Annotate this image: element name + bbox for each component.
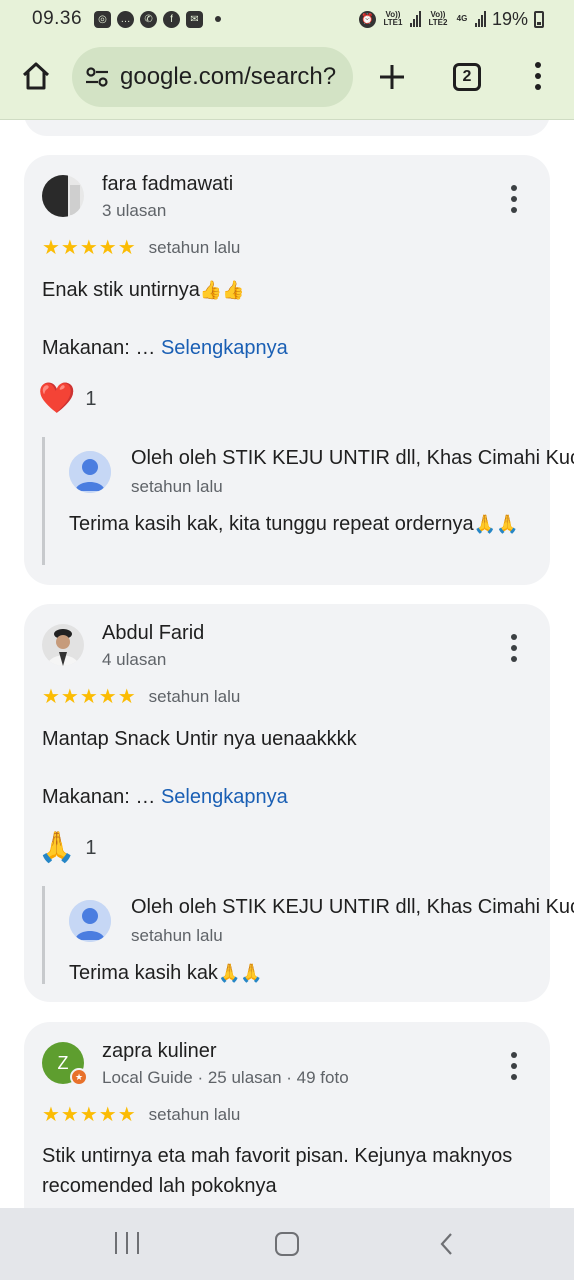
rating-row: ★★★★★ setahun lalu <box>42 235 240 260</box>
detail-prefix: Makanan: … <box>42 337 156 359</box>
address-bar[interactable]: google.com/search? <box>72 47 353 107</box>
signal-1-icon <box>409 11 421 27</box>
owner-reply: Oleh oleh STIK KEJU UNTIR dll, Khas Cima… <box>42 437 574 565</box>
reviewer-name[interactable]: fara fadmawati <box>102 173 233 196</box>
review-date: setahun lalu <box>148 1104 241 1124</box>
reviewer-meta: Local Guide · 25 ulasan · 49 foto <box>102 1068 349 1087</box>
reviewer-meta: 3 ulasan <box>102 201 167 220</box>
avatar[interactable]: Z ★ <box>42 1042 88 1086</box>
owner-avatar[interactable] <box>69 451 111 493</box>
review-detail: Makanan: … Selengkapnya <box>42 786 288 809</box>
network-1-label: Vo)) LTE1 <box>383 10 403 27</box>
tabs-button[interactable]: 2 <box>453 63 481 91</box>
review-date: setahun lalu <box>148 237 241 257</box>
notification-dot-icon <box>215 16 222 22</box>
reply-text: Terima kasih kak🙏🙏 <box>69 958 529 988</box>
reaction-button[interactable]: 🙏 1 <box>38 832 96 864</box>
read-more-link[interactable]: Selengkapnya <box>161 786 288 808</box>
pray-reaction-icon: 🙏 <box>38 831 76 864</box>
review-text: Stik untirnya eta mah favorit pisan. Kej… <box>42 1145 513 1197</box>
thumbs-up-icon: 👍👍 <box>199 280 245 300</box>
reply-text-body: Terima kasih kak <box>69 962 218 984</box>
reviewer-name[interactable]: Abdul Farid <box>102 622 204 645</box>
star-rating: ★★★★★ <box>42 237 137 259</box>
more-options-icon[interactable] <box>506 185 522 215</box>
battery-icon <box>534 10 544 28</box>
read-more-link[interactable]: Selengkapnya <box>161 337 288 359</box>
reply-date: setahun lalu <box>131 926 223 945</box>
network-type-label: 4G <box>456 14 468 23</box>
owner-name: Oleh oleh STIK KEJU UNTIR dll, Khas Cima… <box>131 447 574 469</box>
reaction-button[interactable]: ❤️ 1 <box>38 383 96 415</box>
review-card: fara fadmawati 3 ulasan ★★★★★ setahun la… <box>24 155 574 585</box>
back-icon[interactable] <box>437 1232 457 1256</box>
avatar[interactable] <box>42 624 84 666</box>
signal-2-icon <box>474 11 486 27</box>
review-card: Abdul Farid 4 ulasan ★★★★★ setahun lalu … <box>24 604 574 1002</box>
alarm-icon: ⏰ <box>358 10 376 28</box>
reaction-count: 1 <box>85 836 97 859</box>
review-text: Mantap Snack Untir nya uenaakkkk <box>42 728 357 750</box>
home-nav-icon[interactable] <box>275 1232 299 1256</box>
reviewer-name[interactable]: zapra kuliner <box>102 1040 217 1063</box>
system-nav-bar <box>0 1208 574 1280</box>
previous-review-card <box>24 120 550 136</box>
heart-icon: ❤️ <box>38 382 76 415</box>
status-right: ⏰ Vo)) LTE1 Vo)) LTE2 4G 19% <box>358 8 544 30</box>
pray-icon: 🙏🙏 <box>473 514 519 534</box>
reviewer-meta: 4 ulasan <box>102 650 167 669</box>
local-guide-badge-icon: ★ <box>70 1068 88 1086</box>
reply-date: setahun lalu <box>131 477 223 496</box>
reviews-list[interactable]: fara fadmawati 3 ulasan ★★★★★ setahun la… <box>0 120 574 1208</box>
network-2-label: Vo)) LTE2 <box>428 10 448 27</box>
avatar[interactable] <box>42 175 84 217</box>
url-text[interactable]: google.com/search? <box>120 63 336 91</box>
instagram-icon: ◎ <box>94 10 112 28</box>
owner-avatar[interactable] <box>69 900 111 942</box>
menu-icon[interactable] <box>530 62 546 92</box>
star-rating: ★★★★★ <box>42 686 137 708</box>
reply-text: Terima kasih kak, kita tunggu repeat ord… <box>69 509 529 539</box>
reaction-count: 1 <box>85 387 97 410</box>
detail-prefix: Makanan: … <box>42 786 156 808</box>
star-rating: ★★★★★ <box>42 1104 137 1126</box>
review-card: Z ★ zapra kuliner Local Guide · 25 ulasa… <box>24 1022 550 1208</box>
pray-icon: 🙏🙏 <box>217 963 263 983</box>
facebook-icon: f <box>163 10 181 28</box>
status-time: 09.36 <box>32 8 83 29</box>
review-text: Enak stik untirnya👍👍 <box>42 275 542 305</box>
rating-row: ★★★★★ setahun lalu <box>42 1102 240 1127</box>
review-text-body: Enak stik untirnya <box>42 279 200 301</box>
reply-text-body: Terima kasih kak, kita tunggu repeat ord… <box>69 513 474 535</box>
owner-reply: Oleh oleh STIK KEJU UNTIR dll, Khas Cima… <box>42 886 574 984</box>
owner-name: Oleh oleh STIK KEJU UNTIR dll, Khas Cima… <box>131 896 574 918</box>
recents-icon[interactable] <box>115 1232 139 1256</box>
browser-toolbar: google.com/search? 2 <box>0 38 574 120</box>
home-icon[interactable] <box>20 60 52 92</box>
status-left: 09.36 ◎ … ✆ f ✉ <box>32 8 222 30</box>
plus-icon[interactable] <box>378 63 406 91</box>
review-detail: Makanan: … Selengkapnya <box>42 337 288 360</box>
battery-percent: 19% <box>491 8 528 29</box>
messenger-icon: ✉ <box>186 10 204 28</box>
status-bar: 09.36 ◎ … ✆ f ✉ ⏰ Vo)) LTE1 Vo)) LTE2 4G… <box>0 0 574 38</box>
chat-icon: … <box>117 10 135 28</box>
more-options-icon[interactable] <box>506 1052 522 1082</box>
review-date: setahun lalu <box>148 686 241 706</box>
rating-row: ★★★★★ setahun lalu <box>42 684 240 709</box>
more-options-icon[interactable] <box>506 634 522 664</box>
tune-icon[interactable] <box>84 64 110 90</box>
whatsapp-icon: ✆ <box>140 10 158 28</box>
